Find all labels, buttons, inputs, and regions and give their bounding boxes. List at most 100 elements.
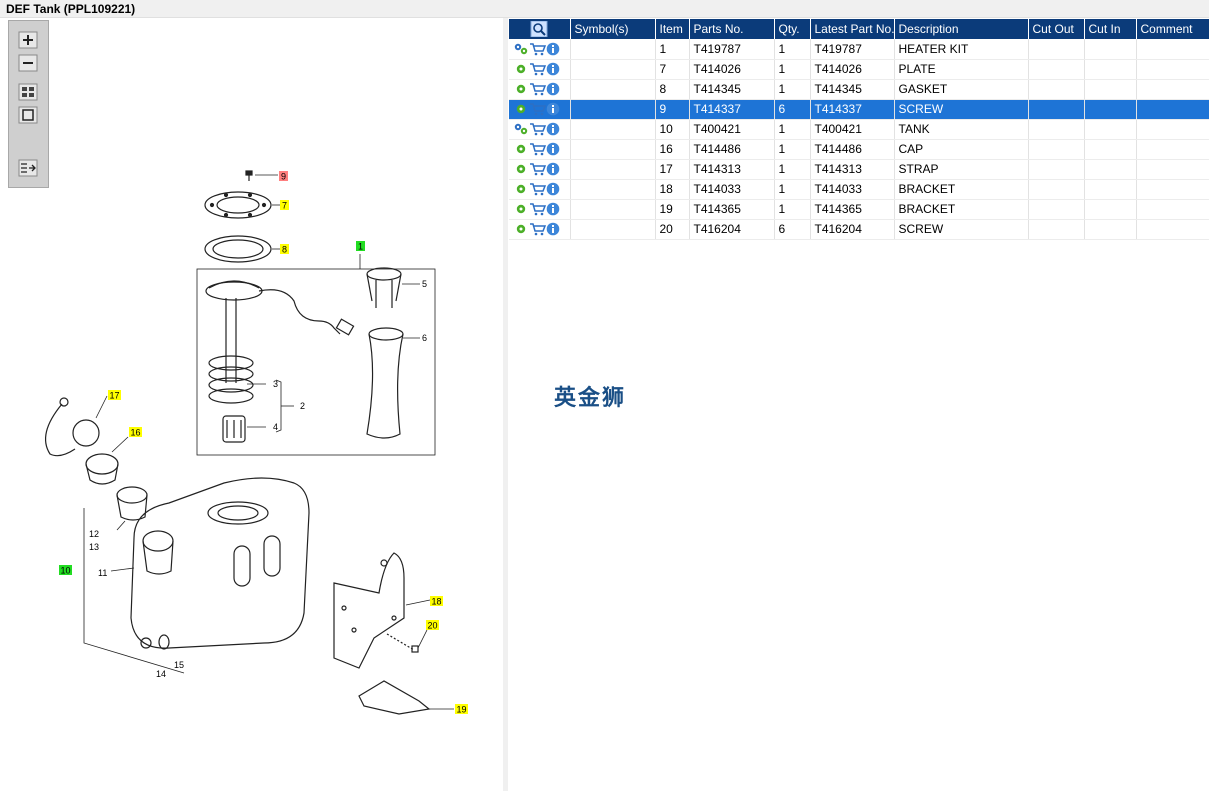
column-header-comment[interactable]: Comment (1136, 19, 1209, 39)
info-icon[interactable] (546, 82, 560, 96)
column-header-cut-in[interactable]: Cut In (1084, 19, 1137, 39)
column-header-parts-no[interactable]: Parts No. (689, 19, 775, 39)
info-icon[interactable] (546, 42, 560, 56)
cart-icon[interactable] (529, 222, 546, 236)
cut-out-cell (1028, 79, 1085, 100)
symbols-cell (509, 219, 571, 240)
table-row[interactable]: 9 T414337 6 T414337 SCREW (509, 99, 1209, 120)
symbols-text-cell (570, 99, 656, 120)
gear-icon[interactable] (513, 162, 529, 176)
zoom-in-icon[interactable] (18, 31, 38, 49)
table-row[interactable]: 7 T414026 1 T414026 PLATE (509, 59, 1209, 80)
column-header-symbols[interactable]: Symbol(s) (570, 19, 656, 39)
callout-9[interactable]: 9 (279, 171, 288, 182)
column-header-latest-part-no[interactable]: Latest Part No. (810, 19, 895, 39)
fit-window-icon[interactable] (18, 106, 38, 124)
list-icon[interactable] (18, 159, 38, 177)
symbols-cell (509, 199, 571, 220)
callout-1[interactable]: 1 (356, 241, 365, 252)
info-icon[interactable] (546, 222, 560, 236)
cart-icon[interactable] (529, 142, 546, 156)
info-icon[interactable] (546, 102, 560, 116)
gear-icon[interactable] (513, 82, 529, 96)
cart-icon[interactable] (529, 202, 546, 216)
comment-cell (1136, 179, 1209, 200)
part-label-15: 15 (174, 660, 184, 670)
table-row[interactable]: 18 T414033 1 T414033 BRACKET (509, 179, 1209, 200)
cart-icon[interactable] (529, 82, 546, 96)
parts-list-pane: Symbol(s) Item Parts No. Qty. Latest Par… (508, 18, 1209, 791)
info-icon[interactable] (546, 62, 560, 76)
info-icon[interactable] (546, 162, 560, 176)
parts-no-cell: T414033 (689, 179, 775, 200)
qty-cell: 1 (774, 199, 811, 220)
callout-19[interactable]: 19 (455, 704, 468, 715)
gear-icon[interactable] (513, 222, 529, 236)
item-cell: 19 (655, 199, 690, 220)
cart-icon[interactable] (529, 162, 546, 176)
exploded-parts-diagram[interactable]: 9 7 8 1 17 16 10 18 20 19 5 6 3 2 4 12 13 11 15 14 (4, 18, 503, 791)
cart-icon[interactable] (529, 102, 546, 116)
column-header-cut-out[interactable]: Cut Out (1028, 19, 1085, 39)
callout-18[interactable]: 18 (430, 596, 443, 607)
symbols-text-cell (570, 159, 656, 180)
parts-no-cell: T416204 (689, 219, 775, 240)
gear-icon[interactable] (513, 142, 529, 156)
info-icon[interactable] (546, 202, 560, 216)
symbols-text-cell (570, 119, 656, 140)
callout-20[interactable]: 20 (426, 620, 439, 631)
cart-icon[interactable] (529, 42, 546, 56)
callout-10[interactable]: 10 (59, 565, 72, 576)
screw-20-drawing (386, 629, 428, 653)
cut-in-cell (1084, 59, 1137, 80)
item-cell: 20 (655, 219, 690, 240)
description-cell: STRAP (894, 159, 1029, 180)
bracket-19-drawing (358, 680, 454, 715)
callout-label: 10 (60, 566, 70, 576)
callout-8[interactable]: 8 (280, 244, 289, 255)
symbols-text-cell (570, 79, 656, 100)
cart-icon[interactable] (529, 62, 546, 76)
info-icon[interactable] (546, 182, 560, 196)
column-header-description[interactable]: Description (894, 19, 1029, 39)
watermark-text: 英金狮 (554, 386, 627, 411)
info-icon[interactable] (546, 142, 560, 156)
gear-icon[interactable] (513, 62, 529, 76)
cut-out-cell (1028, 199, 1085, 220)
callout-16[interactable]: 16 (129, 427, 142, 438)
zoom-out-icon[interactable] (18, 54, 38, 72)
gear-icon[interactable] (513, 202, 529, 216)
cart-icon[interactable] (529, 122, 546, 136)
callout-17[interactable]: 17 (108, 390, 121, 401)
table-row[interactable]: 8 T414345 1 T414345 GASKET (509, 79, 1209, 100)
parts-no-cell: T414345 (689, 79, 775, 100)
fit-all-icon[interactable] (18, 83, 38, 101)
callout-7[interactable]: 7 (280, 200, 289, 211)
gear-icon[interactable] (513, 182, 529, 196)
column-header-item[interactable]: Item (655, 19, 690, 39)
table-row[interactable]: 16 T414486 1 T414486 CAP (509, 139, 1209, 160)
item-cell: 7 (655, 59, 690, 80)
gear-icon[interactable] (513, 102, 529, 116)
table-row[interactable]: 1 T419787 1 T419787 HEATER KIT (509, 39, 1209, 60)
table-row[interactable]: 19 T414365 1 T414365 BRACKET (509, 199, 1209, 220)
search-column-header[interactable] (509, 19, 571, 39)
cart-icon[interactable] (529, 182, 546, 196)
table-row[interactable]: 20 T416204 6 T416204 SCREW (509, 219, 1209, 240)
gears-icon[interactable] (513, 42, 529, 56)
illustration-pane[interactable]: 9 7 8 1 17 16 10 18 20 19 5 6 3 2 4 12 13 11 15 14 (4, 18, 503, 791)
gears-icon[interactable] (513, 122, 529, 136)
search-icon[interactable] (530, 21, 548, 37)
cut-out-cell (1028, 99, 1085, 120)
symbols-cell (509, 99, 571, 120)
table-row[interactable]: 10 T400421 1 T400421 TANK (509, 119, 1209, 140)
column-header-qty[interactable]: Qty. (774, 19, 811, 39)
cut-in-cell (1084, 139, 1137, 160)
parts-no-cell: T419787 (689, 39, 775, 60)
parts-no-cell: T400421 (689, 119, 775, 140)
description-cell: BRACKET (894, 179, 1029, 200)
table-row[interactable]: 17 T414313 1 T414313 STRAP (509, 159, 1209, 180)
info-icon[interactable] (546, 122, 560, 136)
qty-cell: 1 (774, 39, 811, 60)
cut-out-cell (1028, 219, 1085, 240)
